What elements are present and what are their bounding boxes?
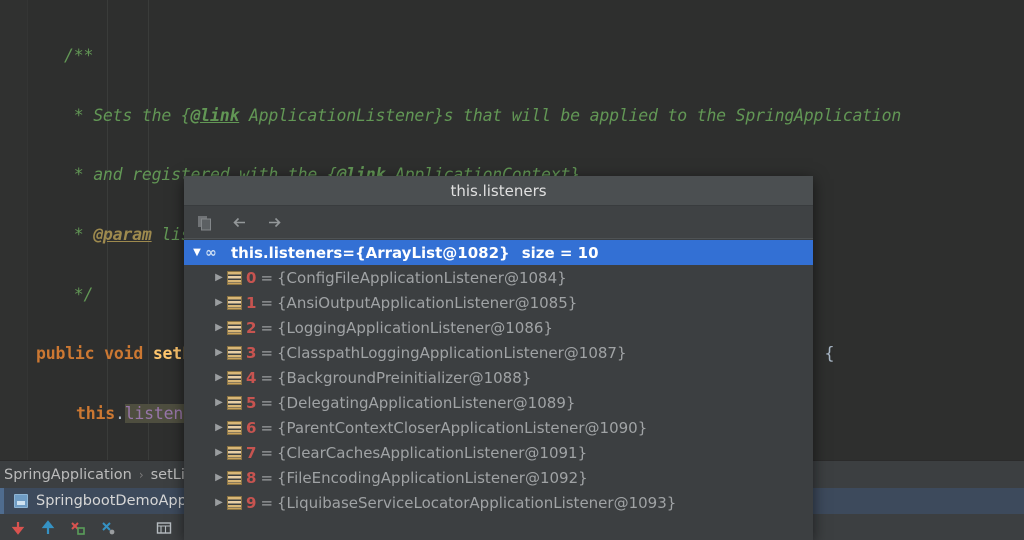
element-index: 2 xyxy=(246,319,256,337)
element-value: {LoggingApplicationListener@1086} xyxy=(277,319,553,337)
javadoc-param-tag: @param xyxy=(93,225,151,244)
tree-row-item[interactable]: ▶ 5 = {DelegatingApplicationListener@108… xyxy=(184,390,813,415)
chevron-right-icon[interactable]: ▶ xyxy=(211,323,227,333)
list-element-icon xyxy=(227,446,242,460)
code-line: /** xyxy=(28,46,1024,66)
chevron-down-icon[interactable]: ▼ xyxy=(189,248,205,258)
equals-sign: = xyxy=(260,419,273,437)
forward-arrow-icon[interactable] xyxy=(266,214,283,231)
list-element-icon xyxy=(227,496,242,510)
force-step-into-icon[interactable] xyxy=(70,520,86,536)
element-value: {ClasspathLoggingApplicationListener@108… xyxy=(277,344,627,362)
step-out-icon[interactable] xyxy=(100,520,116,536)
element-value: {LiquibaseServiceLocatorApplicationListe… xyxy=(277,494,676,512)
element-value: {DelegatingApplicationListener@1089} xyxy=(277,394,575,412)
chevron-right-icon[interactable]: ▶ xyxy=(211,373,227,383)
element-index: 6 xyxy=(246,419,256,437)
equals-sign: = xyxy=(260,319,273,337)
equals-sign: = xyxy=(260,269,273,287)
equals-sign: = xyxy=(342,244,355,262)
variable-value: {ArrayList@1082} xyxy=(355,244,510,262)
element-value: {FileEncodingApplicationListener@1092} xyxy=(277,469,588,487)
equals-sign: = xyxy=(260,344,273,362)
list-element-icon xyxy=(227,421,242,435)
element-index: 8 xyxy=(246,469,256,487)
javadoc-link-tag: @link xyxy=(191,106,240,125)
copy-value-icon[interactable] xyxy=(196,214,213,231)
element-value: {ClearCachesApplicationListener@1091} xyxy=(277,444,587,462)
code-token: this xyxy=(28,404,115,423)
step-over-icon[interactable] xyxy=(10,520,26,536)
element-index: 9 xyxy=(246,494,256,512)
equals-sign: = xyxy=(260,494,273,512)
back-arrow-icon[interactable] xyxy=(231,214,248,231)
code-token: /** xyxy=(28,46,93,65)
collection-size: size = 10 xyxy=(522,244,599,262)
equals-sign: = xyxy=(260,369,273,387)
element-index: 4 xyxy=(246,369,256,387)
element-index: 5 xyxy=(246,394,256,412)
breadcrumb-item-class[interactable]: SpringApplication xyxy=(4,467,132,483)
list-element-icon xyxy=(227,321,242,335)
element-index: 0 xyxy=(246,269,256,287)
equals-sign: = xyxy=(260,394,273,412)
tree-row-item[interactable]: ▶ 3 = {ClasspathLoggingApplicationListen… xyxy=(184,340,813,365)
list-element-icon xyxy=(227,346,242,360)
tree-row-item[interactable]: ▶ 7 = {ClearCachesApplicationListener@10… xyxy=(184,440,813,465)
tree-row-item[interactable]: ▶ 9 = {LiquibaseServiceLocatorApplicatio… xyxy=(184,490,813,515)
element-value: {ParentContextCloserApplicationListener@… xyxy=(277,419,647,437)
equals-sign: = xyxy=(260,294,273,312)
chevron-right-icon[interactable]: ▶ xyxy=(211,448,227,458)
chevron-right-icon[interactable]: ▶ xyxy=(211,473,227,483)
tree-row-item[interactable]: ▶ 6 = {ParentContextCloserApplicationLis… xyxy=(184,415,813,440)
chevron-right-icon: › xyxy=(139,468,144,482)
element-value: {BackgroundPreinitializer@1088} xyxy=(277,369,531,387)
tree-row-item[interactable]: ▶ 8 = {FileEncodingApplicationListener@1… xyxy=(184,465,813,490)
code-token: . xyxy=(115,404,125,423)
chevron-right-icon[interactable]: ▶ xyxy=(211,423,227,433)
list-element-icon xyxy=(227,371,242,385)
element-index: 3 xyxy=(246,344,256,362)
application-icon xyxy=(14,494,28,508)
popup-toolbar[interactable] xyxy=(184,206,813,239)
code-token: ApplicationListener}s that will be appli… xyxy=(239,106,901,125)
element-index: 1 xyxy=(246,294,256,312)
popup-title: this.listeners xyxy=(184,176,813,206)
tree-row-item[interactable]: ▶ 0 = {ConfigFileApplicationListener@108… xyxy=(184,265,813,290)
code-token: * Sets the { xyxy=(28,106,191,125)
inspect-value-popup[interactable]: this.listeners ▼ ∞ this.listeners = {Arr… xyxy=(184,176,813,540)
equals-sign: = xyxy=(260,444,273,462)
variables-tree[interactable]: ▼ ∞ this.listeners = {ArrayList@1082} si… xyxy=(184,240,813,540)
editor-gutter[interactable] xyxy=(0,0,28,460)
list-element-icon xyxy=(227,271,242,285)
equals-sign: = xyxy=(260,469,273,487)
element-value: {AnsiOutputApplicationListener@1085} xyxy=(277,294,577,312)
code-token: public void xyxy=(28,344,153,363)
tree-row-item[interactable]: ▶ 2 = {LoggingApplicationListener@1086} xyxy=(184,315,813,340)
code-token: * xyxy=(28,225,93,244)
list-element-icon xyxy=(227,396,242,410)
element-index: 7 xyxy=(246,444,256,462)
chevron-right-icon[interactable]: ▶ xyxy=(211,298,227,308)
chevron-right-icon[interactable]: ▶ xyxy=(211,273,227,283)
element-value: {ConfigFileApplicationListener@1084} xyxy=(277,269,567,287)
chevron-right-icon[interactable]: ▶ xyxy=(211,498,227,508)
code-token: */ xyxy=(28,285,93,304)
list-element-icon xyxy=(227,471,242,485)
chevron-right-icon[interactable]: ▶ xyxy=(211,348,227,358)
evaluate-expression-icon[interactable] xyxy=(156,520,172,536)
list-element-icon xyxy=(227,296,242,310)
tree-row-root[interactable]: ▼ ∞ this.listeners = {ArrayList@1082} si… xyxy=(184,240,813,265)
code-line: * Sets the {@link ApplicationListener}s … xyxy=(28,106,1024,126)
watch-glasses-icon: ∞ xyxy=(205,245,226,261)
variable-name: this.listeners xyxy=(231,244,342,262)
tree-row-item[interactable]: ▶ 4 = {BackgroundPreinitializer@1088} xyxy=(184,365,813,390)
chevron-right-icon[interactable]: ▶ xyxy=(211,398,227,408)
tree-row-item[interactable]: ▶ 1 = {AnsiOutputApplicationListener@108… xyxy=(184,290,813,315)
step-into-icon[interactable] xyxy=(40,520,56,536)
